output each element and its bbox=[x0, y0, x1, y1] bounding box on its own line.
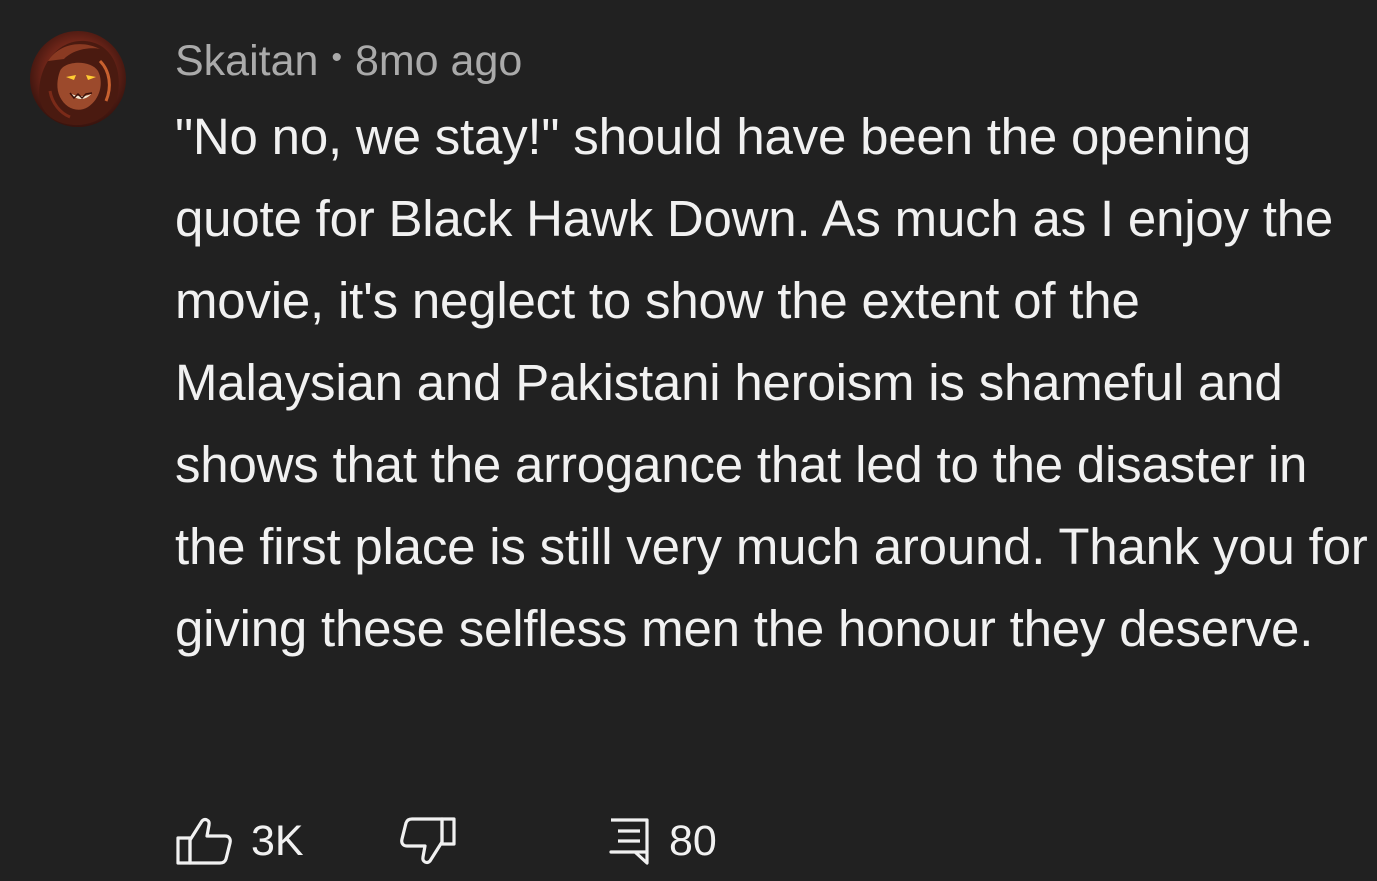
comment-author[interactable]: Skaitan bbox=[175, 37, 318, 86]
dislike-button[interactable] bbox=[399, 810, 457, 872]
comment-timestamp: 8mo ago bbox=[354, 36, 523, 85]
reply-comment-icon bbox=[609, 818, 649, 865]
meta-separator: • bbox=[331, 41, 342, 74]
reply-button[interactable]: 80 bbox=[607, 810, 717, 872]
thumbs-up-icon bbox=[176, 818, 232, 865]
avatar-portrait-icon bbox=[30, 31, 126, 127]
comment-thread: Skaitan • 8mo ago "No no, we stay!" shou… bbox=[0, 0, 1377, 881]
comment-meta: Skaitan • 8mo ago bbox=[175, 36, 522, 86]
thumbs-down-icon bbox=[400, 817, 456, 864]
comment-text: "No no, we stay!" should have been the o… bbox=[175, 108, 1368, 657]
reply-count: 80 bbox=[669, 816, 717, 865]
comment-actions: 3K 80 bbox=[175, 810, 875, 872]
like-count: 3K bbox=[251, 816, 304, 865]
avatar[interactable] bbox=[30, 31, 126, 127]
like-button[interactable]: 3K bbox=[175, 810, 304, 872]
